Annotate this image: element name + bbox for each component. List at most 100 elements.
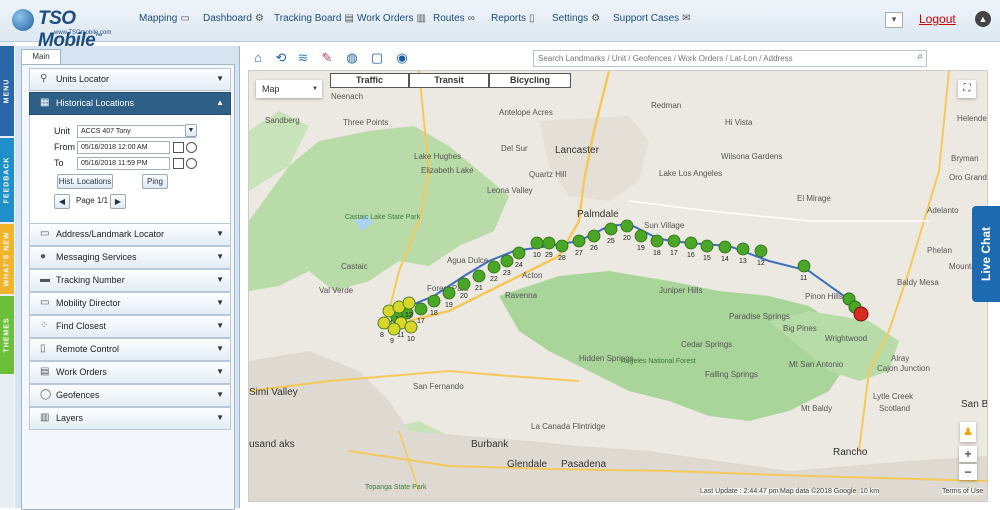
street-view-icon[interactable]: ♟ [960, 422, 976, 442]
route-marker[interactable] [620, 219, 634, 233]
terms-of-use-link[interactable]: Terms of Use [942, 488, 984, 495]
refresh-icon[interactable]: ⟲ [273, 50, 289, 66]
zoom-in-button[interactable]: + [959, 446, 977, 462]
clock-icon[interactable] [186, 158, 197, 169]
route-marker[interactable] [404, 320, 418, 334]
route-marker[interactable] [684, 236, 698, 250]
route-marker[interactable] [500, 254, 514, 268]
ping-button[interactable]: Ping [142, 174, 168, 189]
place-label: Adelanto [927, 206, 959, 215]
route-marker[interactable] [457, 277, 471, 291]
calendar-icon[interactable] [173, 142, 184, 153]
route-marker[interactable] [736, 242, 750, 256]
section-units-locator[interactable]: ⚲ Units Locator ▼ [29, 68, 231, 91]
layers-icon[interactable]: ≋ [295, 50, 311, 66]
route-marker[interactable] [700, 239, 714, 253]
route-marker[interactable] [667, 234, 681, 248]
unit-dropdown-button[interactable]: ▼ [185, 124, 197, 137]
route-marker[interactable] [718, 240, 732, 254]
route-marker[interactable] [555, 239, 569, 253]
section-historical-locations[interactable]: ▦ Historical Locations ▲ [29, 92, 231, 115]
route-marker[interactable] [442, 286, 456, 300]
section-layers[interactable]: ▥ Layers ▼ [29, 407, 231, 430]
section-address-landmark-locator[interactable]: ▭ Address/Landmark Locator ▼ [29, 223, 231, 246]
next-page-button[interactable]: ▶ [110, 194, 126, 209]
from-date-input[interactable]: 05/16/2018 12:00 AM [77, 141, 170, 154]
park-label: Castaic Lake State Park [345, 214, 421, 221]
nav-work-orders[interactable]: Work Orders ▥ [357, 13, 426, 24]
route-marker[interactable] [650, 234, 664, 248]
transit-layer-button[interactable]: Transit [409, 73, 489, 88]
vtab-feedback[interactable]: FEEDBACK [0, 138, 14, 222]
route-marker[interactable] [427, 294, 441, 308]
nav-support-cases[interactable]: Support Cases ✉ [613, 13, 691, 24]
route-marker[interactable] [414, 302, 428, 316]
route-marker[interactable] [530, 236, 544, 250]
route-marker[interactable] [512, 246, 526, 260]
route-marker[interactable] [572, 234, 586, 248]
route-marker[interactable] [587, 229, 601, 243]
place-label: Agua Dulce [447, 256, 489, 265]
route-marker-label: 16 [687, 252, 695, 259]
top-select[interactable]: ▾ [885, 12, 903, 28]
traffic-layer-button[interactable]: Traffic [330, 73, 409, 88]
zoom-out-button[interactable]: − [959, 464, 977, 480]
route-marker[interactable] [542, 236, 556, 250]
section-tracking-number[interactable]: ▬ Tracking Number ▼ [29, 269, 231, 292]
route-marker[interactable] [472, 269, 486, 283]
nav-reports[interactable]: Reports ▯ [491, 13, 535, 24]
tab-main[interactable]: Main [21, 49, 61, 64]
nav-settings[interactable]: Settings ⚙ [552, 13, 600, 24]
unit-select[interactable]: ACCS 407 Tony [77, 125, 196, 138]
home-icon[interactable]: ⌂ [250, 50, 266, 66]
clock-icon[interactable] [186, 142, 197, 153]
city-label: Glendale [507, 459, 547, 470]
vtab-whats-new[interactable]: WHAT'S NEW [0, 224, 14, 294]
place-label: Wilsona Gardens [721, 152, 782, 161]
nav-routes[interactable]: Routes ∞ [433, 13, 475, 24]
route-marker[interactable] [634, 229, 648, 243]
route-marker-label: 17 [670, 250, 678, 257]
section-mobility-director[interactable]: ▭ Mobility Director ▼ [29, 292, 231, 315]
route-end-marker[interactable] [853, 306, 869, 322]
section-find-closest[interactable]: ⁘ Find Closest ▼ [29, 315, 231, 338]
search-icon[interactable]: ⌕ [917, 51, 923, 62]
vtab-menu[interactable]: MENU [0, 46, 14, 136]
logout-link[interactable]: Logout [919, 12, 956, 26]
map-type-select[interactable]: Map ▼ [256, 80, 322, 98]
vtab-themes[interactable]: THEMES [0, 296, 14, 374]
route-marker-label: 20 [623, 235, 631, 242]
to-date-input[interactable]: 05/16/2018 11:59 PM [77, 157, 170, 170]
route-marker[interactable] [754, 244, 768, 258]
prev-page-button[interactable]: ◀ [54, 194, 70, 209]
hist-locations-button[interactable]: Hist. Locations [57, 174, 113, 189]
calendar-icon[interactable] [173, 158, 184, 169]
live-chat-button[interactable]: Live Chat [972, 206, 1000, 302]
nav-mapping[interactable]: Mapping ▭ [139, 13, 190, 24]
target-icon[interactable]: ◉ [394, 50, 410, 66]
section-remote-control[interactable]: ▯ Remote Control ▼ [29, 338, 231, 361]
message-icon: ● [40, 251, 47, 262]
globe-search-icon[interactable]: ◍ [344, 50, 360, 66]
route-marker[interactable] [402, 296, 416, 310]
nav-dashboard[interactable]: Dashboard ⚙ [203, 13, 264, 24]
collapse-icon[interactable]: ▲ [975, 11, 991, 27]
support-icon: ✉ [682, 13, 691, 24]
section-work-orders[interactable]: ▤ Work Orders ▼ [29, 361, 231, 384]
logo[interactable]: TSO Mobile™ www.TSOmobile.com [12, 8, 132, 51]
section-geofences[interactable]: ◯ Geofences ▼ [29, 384, 231, 407]
map-svg[interactable]: Neenach Redman Sandberg Three Points Ant… [249, 71, 987, 501]
map-search-input[interactable] [534, 51, 912, 66]
ruler-icon[interactable]: ✎ [319, 50, 335, 66]
fullscreen-icon[interactable]: ⛶ [958, 80, 976, 98]
map-canvas[interactable]: Neenach Redman Sandberg Three Points Ant… [248, 70, 988, 502]
route-marker[interactable] [604, 222, 618, 236]
nav-tracking-board[interactable]: Tracking Board ▤ [274, 13, 354, 24]
route-marker[interactable] [797, 259, 811, 273]
route-marker[interactable] [377, 316, 391, 330]
map-search[interactable]: ⌕ [533, 50, 927, 67]
bicycling-layer-button[interactable]: Bicycling [489, 73, 571, 88]
route-marker[interactable] [487, 260, 501, 274]
section-messaging-services[interactable]: ● Messaging Services ▼ [29, 246, 231, 269]
select-area-icon[interactable]: ▢ [369, 50, 385, 66]
